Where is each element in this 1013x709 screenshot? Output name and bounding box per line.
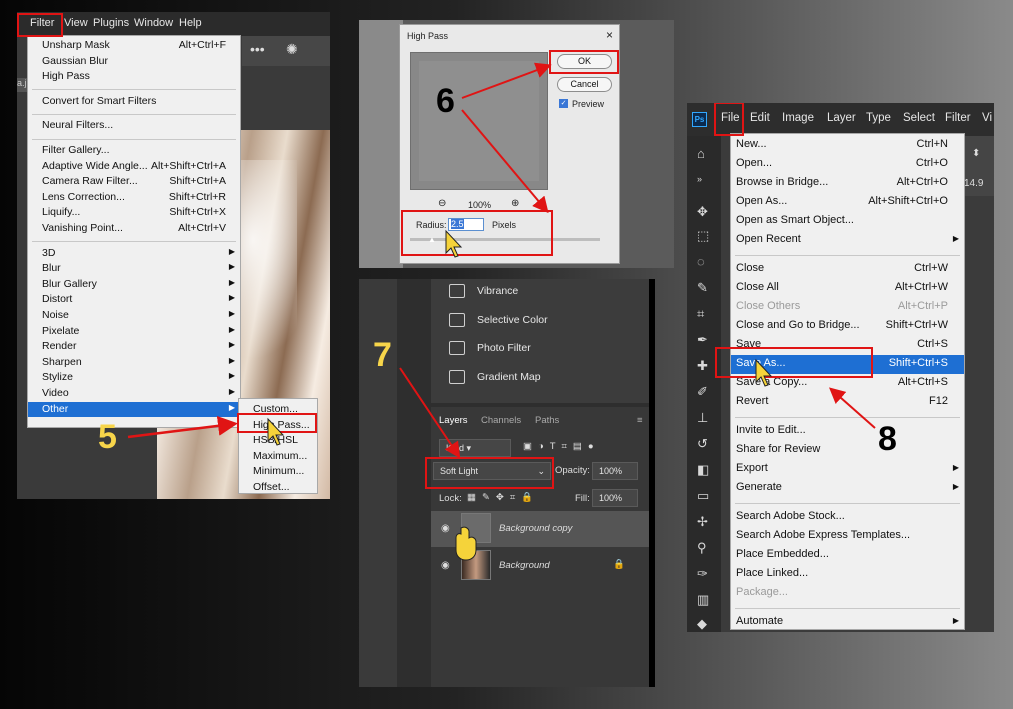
step-number-8: 8 xyxy=(878,420,897,458)
step-number-5: 5 xyxy=(98,418,117,456)
cursor-icon xyxy=(755,358,773,387)
hand-cursor-icon xyxy=(455,526,477,561)
step-number-7: 7 xyxy=(373,336,392,374)
annotation-layer xyxy=(127,62,876,561)
arrow-step-5 xyxy=(127,415,238,439)
arrow-step-6-ok xyxy=(461,62,552,99)
step-number-6: 6 xyxy=(436,82,455,120)
arrow-step-6-radius xyxy=(461,109,549,214)
arrow-step-8 xyxy=(829,387,876,429)
arrow-step-7 xyxy=(399,367,461,459)
cursor-icon xyxy=(267,417,285,446)
cursor-icon xyxy=(445,229,463,258)
